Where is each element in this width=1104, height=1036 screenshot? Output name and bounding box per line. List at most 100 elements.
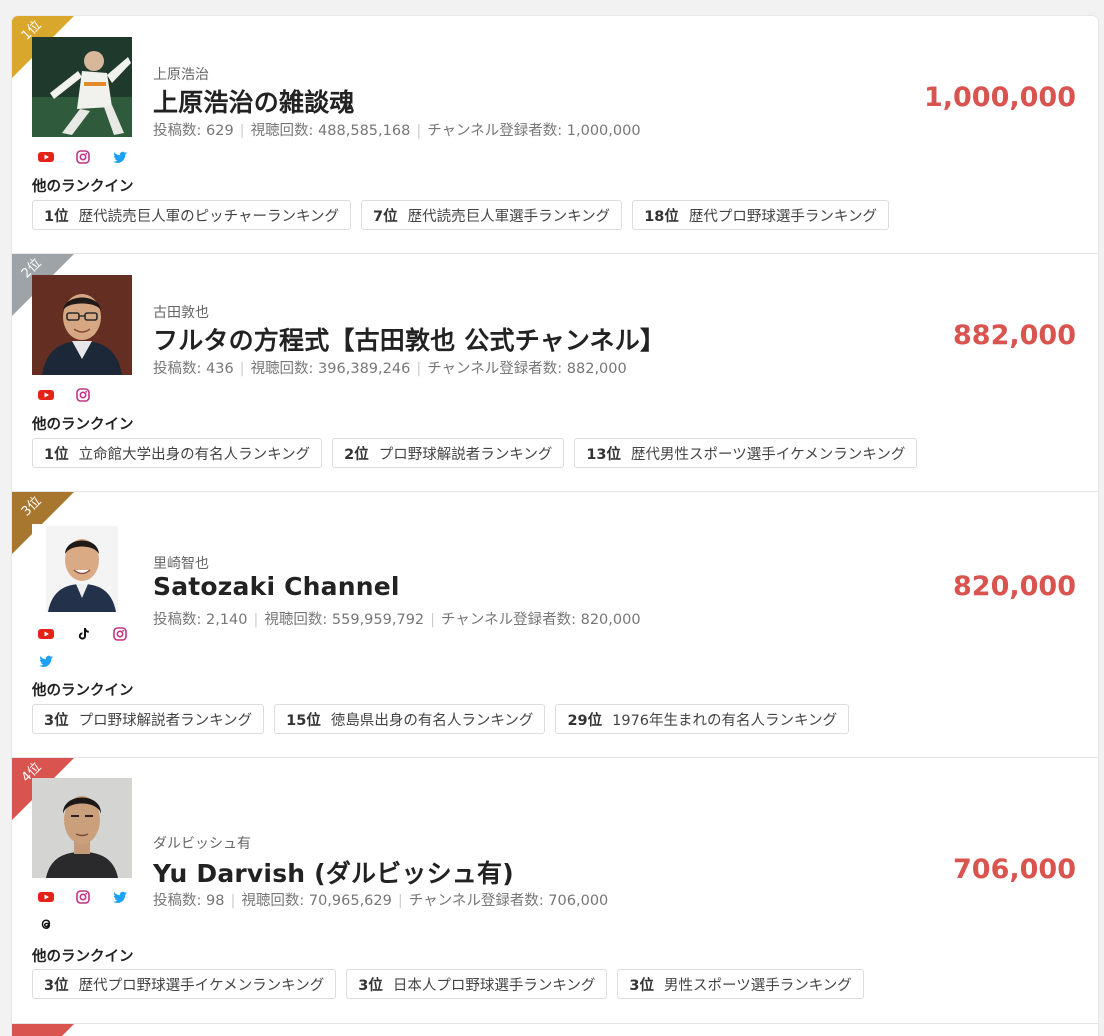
channel-name[interactable]: 上原浩治の雑談魂 (153, 83, 355, 119)
subscriber-stat: チャンネル登録者数: 882,000 (427, 361, 627, 377)
tag-label: 歴代読売巨人軍選手ランキング (407, 208, 611, 225)
channel-stats: 投稿数: 2,140 | 視聴回数: 559,959,792 | チャンネル登録者数: … (153, 608, 641, 629)
tag-label: プロ野球解説者ランキング (78, 712, 253, 729)
channel-name[interactable]: Yu Darvish (ダルビッシュ有) (153, 854, 514, 890)
instagram-icon[interactable] (112, 626, 128, 642)
youtube-icon[interactable] (38, 889, 54, 905)
avatar[interactable] (32, 778, 132, 878)
tag-label: 徳島県出身の有名人ランキング (330, 712, 534, 729)
twitter-icon[interactable] (38, 653, 54, 669)
tag-label: 歴代プロ野球選手イケメンランキング (78, 977, 325, 994)
other-rankings-heading: 他のランクイン (32, 179, 134, 195)
tag-position: 15位 (286, 712, 321, 729)
tag-label: 男性スポーツ選手ランキング (664, 977, 852, 994)
ranking-entry-4: 4位 ダルビッシュ有 Yu Darvish (ダルビッシュ有) 投稿数: 98 … (12, 758, 1098, 1024)
twitter-icon[interactable] (112, 889, 128, 905)
view-count: 視聴回数: 70,965,629 (241, 893, 392, 909)
post-count: 投稿数: 2,140 (153, 612, 248, 628)
person-name: 古田敦也 (153, 305, 209, 321)
tag-label: 歴代男性スポーツ選手イケメンランキング (631, 446, 906, 463)
person-name: 里崎智也 (153, 556, 209, 572)
divider: | (239, 123, 245, 139)
other-rankings: 3位 歴代プロ野球選手イケメンランキング 3位 日本人プロ野球選手ランキング 3位男… (32, 969, 864, 999)
ranking-entry-2: 2位 古田敦也 フルタの方程式【古田敦也 公式チャンネル】 投稿数: 436 |… (12, 254, 1098, 492)
post-count: 投稿数: 98 (153, 893, 225, 909)
other-rankings: 1位 歴代読売巨人軍のピッチャーランキング 7位 歴代読売巨人軍選手ランキング 18… (32, 200, 889, 230)
tag-position: 13位 (586, 446, 622, 463)
instagram-icon[interactable] (75, 889, 91, 905)
subscriber-stat: チャンネル登録者数: 820,000 (441, 612, 641, 628)
avatar[interactable] (32, 275, 132, 375)
subscriber-stat: チャンネル登録者数: 1,000,000 (427, 123, 641, 139)
channel-name[interactable]: Satozaki Channel (153, 572, 400, 601)
divider: | (416, 361, 422, 377)
subscriber-count: 706,000 (953, 854, 1076, 885)
person-name: ダルビッシュ有 (153, 836, 251, 852)
channel-name[interactable]: フルタの方程式【古田敦也 公式チャンネル】 (153, 321, 665, 357)
post-count: 投稿数: 629 (153, 123, 234, 139)
divider: | (230, 893, 236, 909)
other-rankings-heading: 他のランクイン (32, 417, 134, 433)
tag-position: 29位 (567, 712, 603, 729)
tag-position: 18位 (644, 208, 679, 225)
tag-label: 歴代読売巨人軍のピッチャーランキング (78, 208, 340, 225)
tag-position: 1位 (44, 208, 69, 225)
ranking-tag[interactable]: 18位 歴代プロ野球選手ランキング (632, 200, 889, 230)
subscriber-count: 882,000 (953, 320, 1076, 351)
other-rankings: 1位 立命館大学出身の有名人ランキング 2位 プロ野球解説者ランキング 13位 歴代男… (32, 438, 918, 468)
instagram-icon[interactable] (75, 149, 91, 165)
ranking-entry-3: 3位 里崎智也 Satozaki Channel 投稿数: 2,140 | 視聴… (12, 492, 1098, 758)
threads-icon[interactable] (38, 916, 54, 932)
instagram-icon[interactable] (75, 387, 91, 403)
avatar[interactable] (32, 524, 132, 624)
subscriber-count: 820,000 (953, 571, 1076, 602)
ranking-tag[interactable]: 13位 歴代男性スポーツ選手イケメンランキング (574, 438, 918, 468)
ranking-tag[interactable]: 3位 日本人プロ野球選手ランキング (346, 969, 608, 999)
youtube-icon[interactable] (38, 387, 54, 403)
other-rankings: 3位 プロ野球解説者ランキング 15位 徳島県出身の有名人ランキング 29位 1976… (32, 704, 850, 734)
ranking-tag[interactable]: 7位 歴代読売巨人軍選手ランキング (361, 200, 623, 230)
tiktok-icon[interactable] (75, 626, 91, 642)
tag-label: 1976年生まれの有名人ランキング (612, 712, 838, 729)
ranking-tag[interactable]: 1位 歴代読売巨人軍のピッチャーランキング (32, 200, 352, 230)
youtube-icon[interactable] (38, 149, 54, 165)
tag-position: 3位 (629, 977, 654, 994)
twitter-icon[interactable] (112, 149, 128, 165)
channel-stats: 投稿数: 629 | 視聴回数: 488,585,168 | チャンネル登録者数: 1,… (153, 119, 641, 140)
ranking-entry-1: 1位 上原浩治 上原浩治の雑談魂 投稿数: 629 | 視聴回数: 488,58… (12, 16, 1098, 254)
divider: | (253, 612, 259, 628)
ranking-tag[interactable]: 3位 歴代プロ野球選手イケメンランキング (32, 969, 337, 999)
ranking-tag[interactable]: 1位 立命館大学出身の有名人ランキング (32, 438, 323, 468)
tag-label: 日本人プロ野球選手ランキング (392, 977, 596, 994)
tag-position: 2位 (344, 446, 369, 463)
tag-label: 歴代プロ野球選手ランキング (688, 208, 877, 225)
tag-label: 立命館大学出身の有名人ランキング (78, 446, 311, 463)
tag-position: 3位 (44, 977, 69, 994)
other-rankings-heading: 他のランクイン (32, 949, 134, 965)
tag-position: 3位 (44, 712, 69, 729)
next-entry-ribbon (12, 1024, 74, 1036)
divider: | (430, 612, 436, 628)
view-count: 視聴回数: 488,585,168 (250, 123, 411, 139)
channel-stats: 投稿数: 436 | 視聴回数: 396,389,246 | チャンネル登録者数: 88… (153, 357, 627, 378)
youtube-icon[interactable] (38, 626, 54, 642)
subscriber-count: 1,000,000 (923, 82, 1076, 113)
subscriber-stat: チャンネル登録者数: 706,000 (408, 893, 609, 909)
divider: | (416, 123, 422, 139)
view-count: 視聴回数: 396,389,246 (250, 361, 411, 377)
channel-stats: 投稿数: 98 | 視聴回数: 70,965,629 | チャンネル登録者数: 706,… (153, 889, 608, 910)
ranking-tag[interactable]: 15位 徳島県出身の有名人ランキング (274, 704, 546, 734)
person-name: 上原浩治 (153, 67, 209, 83)
other-rankings-heading: 他のランクイン (32, 683, 134, 699)
ranking-tag[interactable]: 3位 男性スポーツ選手ランキング (617, 969, 864, 999)
post-count: 投稿数: 436 (153, 361, 234, 377)
avatar[interactable] (32, 37, 132, 137)
ranking-tag[interactable]: 2位 プロ野球解説者ランキング (332, 438, 565, 468)
divider: | (397, 893, 403, 909)
ranking-tag[interactable]: 29位 1976年生まれの有名人ランキング (555, 704, 850, 734)
ranking-list: 1位 上原浩治 上原浩治の雑談魂 投稿数: 629 | 視聴回数: 488,58… (12, 16, 1098, 1036)
tag-position: 3位 (358, 977, 383, 994)
tag-position: 7位 (373, 208, 398, 225)
tag-label: プロ野球解説者ランキング (378, 446, 553, 463)
ranking-tag[interactable]: 3位 プロ野球解説者ランキング (32, 704, 265, 734)
